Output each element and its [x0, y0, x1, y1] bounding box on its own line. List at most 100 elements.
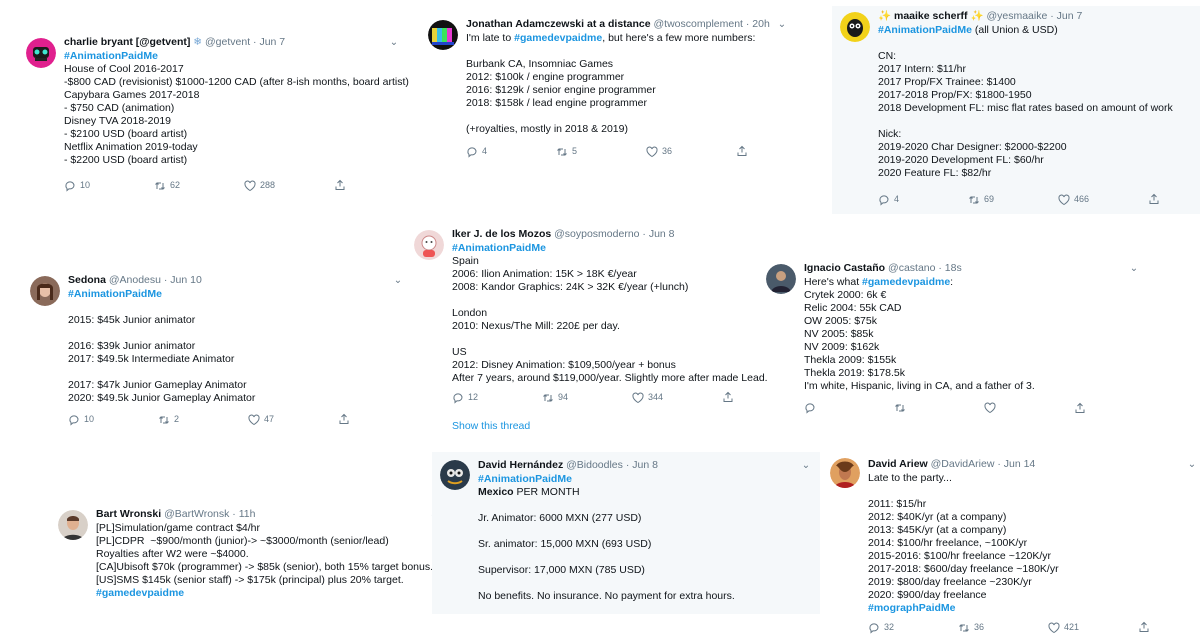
reply-button[interactable]: 32 — [868, 621, 894, 634]
author-name[interactable]: Bart Wronski — [96, 508, 161, 520]
tweet-david-hernandez[interactable]: David Hernández @Bidoodles · Jun 8 ⌄ #An… — [432, 452, 820, 614]
share-button[interactable] — [338, 413, 350, 425]
share-button[interactable] — [1148, 193, 1160, 205]
like-count: 344 — [648, 392, 664, 402]
avatar[interactable] — [58, 510, 88, 540]
author-name[interactable]: Jonathan Adamczewski at a distance — [466, 18, 651, 30]
tweet-text-line: London — [452, 307, 488, 319]
tweet-maaike-scherff[interactable]: ✨ maaike scherff ✨ @yesmaaike · Jun 7 #A… — [832, 6, 1200, 214]
tweet-ignacio-castano[interactable]: Ignacio Castaño @castano · 18s ⌄ Here's … — [758, 258, 1152, 418]
retweet-button[interactable]: 94 — [542, 391, 568, 404]
author-name[interactable]: charlie bryant [@getvent] — [64, 36, 190, 48]
avatar[interactable] — [30, 276, 60, 306]
hashtag-link[interactable]: #mographPaidMe — [868, 602, 1186, 615]
reply-button[interactable]: 4 — [878, 193, 899, 206]
like-count: 466 — [1074, 194, 1090, 204]
hashtag-link[interactable]: #AnimationPaidMe — [64, 50, 404, 63]
tweet-iker-de-los-mozos[interactable]: Iker J. de los Mozos @soyposmoderno · Ju… — [406, 224, 796, 438]
tweet-jonathan-adamczewski[interactable]: Jonathan Adamczewski at a distance @twos… — [420, 14, 812, 164]
tweet-text-line: 2020: $49.5k Junior Gameplay Animator — [68, 392, 256, 404]
hashtag-link[interactable]: #AnimationPaidMe — [878, 24, 972, 36]
author-handle[interactable]: @castano · 18s — [888, 262, 962, 274]
retweet-button[interactable] — [894, 402, 906, 414]
author-name[interactable]: Iker J. de los Mozos — [452, 228, 551, 240]
retweet-count: 36 — [974, 622, 985, 632]
avatar[interactable] — [26, 38, 56, 68]
tweet-text-line: 2015: $45k Junior animator — [68, 314, 196, 326]
author-handle[interactable]: @soyposmoderno · Jun 8 — [554, 228, 674, 240]
heart-icon — [244, 180, 256, 191]
author-handle[interactable]: @DavidAriew · Jun 14 — [931, 458, 1036, 470]
hashtag-link[interactable]: #AnimationPaidMe — [68, 288, 404, 301]
chevron-down-icon[interactable]: ⌄ — [800, 459, 812, 472]
tweet-david-ariew[interactable]: David Ariew @DavidAriew · Jun 14 ⌄ Late … — [822, 452, 1198, 634]
tweet-body: David Hernández @Bidoodles · Jun 8 ⌄ #An… — [478, 459, 810, 603]
like-button[interactable]: 344 — [632, 391, 663, 404]
tweet-charlie-bryant[interactable]: charlie bryant [@getvent] ❄ @getvent · J… — [18, 32, 416, 200]
author-handle[interactable]: @Anodesu · Jun 10 — [109, 274, 202, 286]
like-button[interactable] — [984, 402, 996, 414]
show-thread-link[interactable]: Show this thread — [452, 420, 530, 433]
reply-button[interactable]: 10 — [64, 179, 90, 192]
author-name[interactable]: maaike scherff — [894, 10, 968, 22]
share-button[interactable] — [1074, 402, 1086, 414]
avatar[interactable] — [428, 20, 458, 50]
hashtag-link[interactable]: #gamedevpaidme — [862, 276, 950, 288]
reply-button[interactable]: 12 — [452, 391, 478, 404]
chevron-down-icon[interactable]: ⌄ — [392, 274, 404, 287]
author-handle[interactable]: @getvent · Jun 7 — [205, 36, 285, 48]
tweet-text-line: 2015-2016: $100/hr freelance ~120K/yr — [868, 550, 1052, 562]
tweet-text-line: 2008: Kandor Graphics: 24K > 32K €/year … — [452, 281, 689, 293]
author-handle[interactable]: @twoscomplement · 20h — [654, 18, 770, 30]
chevron-down-icon[interactable]: ⌄ — [388, 36, 400, 49]
hashtag-link[interactable]: #AnimationPaidMe — [452, 242, 784, 255]
retweet-button[interactable]: 36 — [958, 621, 984, 634]
retweet-button[interactable]: 2 — [158, 413, 179, 426]
author-handle[interactable]: @yesmaaike · Jun 7 — [986, 10, 1082, 22]
like-button[interactable]: 47 — [248, 413, 274, 426]
tweet-text-line: 2011: $15/hr — [868, 498, 927, 510]
chevron-down-icon[interactable]: ⌄ — [1128, 262, 1140, 275]
tweet-bart-wronski[interactable]: Bart Wronski @BartWronsk · 11h ⌄ [PL]Sim… — [50, 504, 440, 604]
hashtag-link[interactable]: #gamedevpaidme — [514, 32, 602, 44]
reply-icon — [805, 403, 815, 414]
hashtag-link[interactable]: #AnimationPaidMe — [478, 473, 808, 486]
share-button[interactable] — [722, 391, 734, 403]
author-handle[interactable]: @BartWronsk · 11h — [164, 508, 255, 520]
tweet-sedona[interactable]: Sedona @Anodesu · Jun 10 ⌄ #AnimationPai… — [22, 270, 416, 440]
text-fragment: Mexico — [478, 486, 514, 498]
like-button[interactable]: 421 — [1048, 621, 1079, 634]
reply-button[interactable] — [804, 402, 816, 414]
avatar[interactable] — [440, 460, 470, 490]
tweet-header: ✨ maaike scherff ✨ @yesmaaike · Jun 7 — [878, 10, 1188, 24]
author-name[interactable]: David Ariew — [868, 458, 928, 470]
author-name[interactable]: Ignacio Castaño — [804, 262, 885, 274]
tweet-text-line: 2019-2020 Char Designer: $2000-$2200 — [878, 141, 1067, 153]
tweet-text-line: 2019: $800/day freelance ~230K/yr — [868, 576, 1032, 588]
tweet-body: ✨ maaike scherff ✨ @yesmaaike · Jun 7 #A… — [878, 10, 1188, 206]
heart-icon — [1058, 194, 1070, 205]
avatar[interactable] — [414, 230, 444, 260]
reply-button[interactable]: 10 — [68, 413, 94, 426]
avatar[interactable] — [830, 458, 860, 488]
share-button[interactable] — [334, 179, 346, 191]
author-name[interactable]: David Hernández — [478, 459, 563, 471]
reply-button[interactable]: 4 — [466, 145, 487, 158]
avatar[interactable] — [766, 264, 796, 294]
author-name[interactable]: Sedona — [68, 274, 106, 286]
tweet-text-line: #AnimationPaidMe (all Union & USD) — [878, 24, 1188, 37]
like-button[interactable]: 36 — [646, 145, 672, 158]
author-handle[interactable]: @Bidoodles · Jun 8 — [566, 459, 658, 471]
share-button[interactable] — [1138, 621, 1150, 633]
like-button[interactable]: 466 — [1058, 193, 1089, 206]
chevron-down-icon[interactable]: ⌄ — [1186, 458, 1198, 471]
share-button[interactable] — [736, 145, 748, 157]
hashtag-link[interactable]: #gamedevpaidme — [96, 587, 428, 600]
retweet-button[interactable]: 69 — [968, 193, 994, 206]
like-button[interactable]: 288 — [244, 179, 275, 192]
avatar[interactable] — [840, 12, 870, 42]
retweet-button[interactable]: 62 — [154, 179, 180, 192]
chevron-down-icon[interactable]: ⌄ — [776, 18, 788, 31]
retweet-button[interactable]: 5 — [556, 145, 577, 158]
reply-icon — [869, 622, 879, 634]
